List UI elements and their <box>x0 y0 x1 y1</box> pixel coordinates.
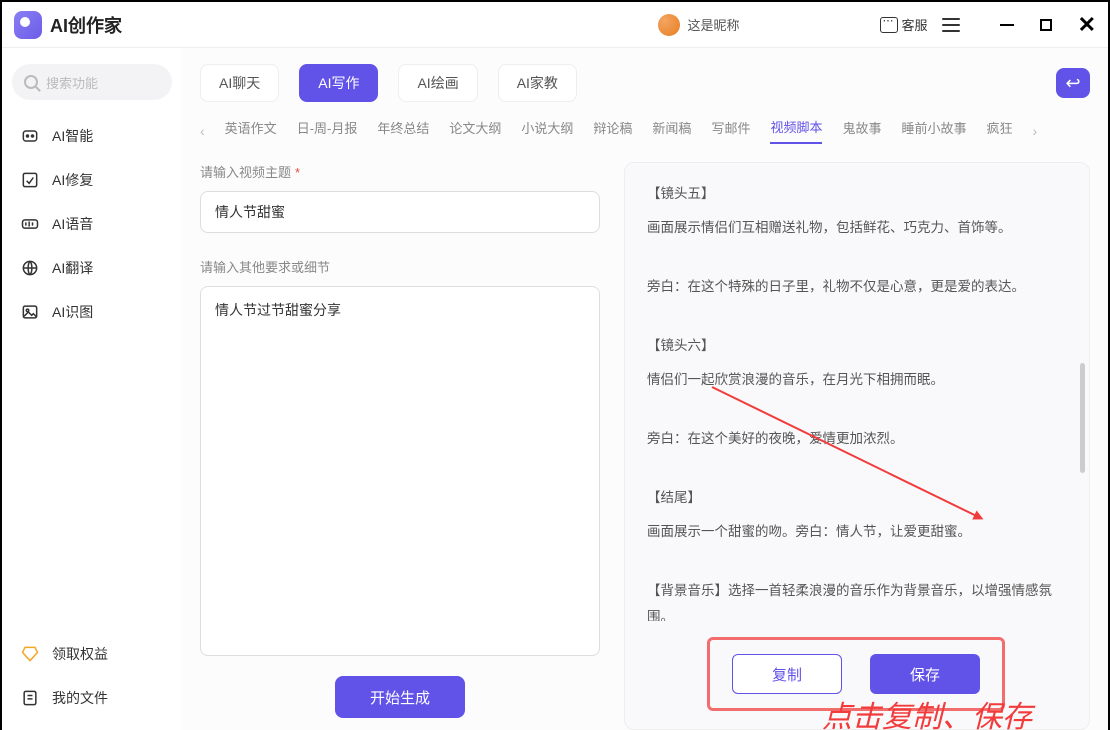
top-tabs: AI聊天 AI写作 AI绘画 AI家教 ↩ <box>200 64 1090 102</box>
topic-input[interactable] <box>200 191 600 233</box>
app-title: AI创作家 <box>50 12 122 38</box>
topic-label: 请输入视频主题* <box>200 162 600 181</box>
subtab-bedtime-story[interactable]: 睡前小故事 <box>901 118 966 143</box>
subtab-english-essay[interactable]: 英语作文 <box>225 118 277 143</box>
sidebar-item-label: 我的文件 <box>52 688 108 708</box>
sidebar-item-label: AI修复 <box>52 170 93 190</box>
annotation-text: 点击复制、保存 <box>822 692 1032 730</box>
subtab-ghost-story[interactable]: 鬼故事 <box>842 118 881 143</box>
repair-icon <box>20 170 40 190</box>
diamond-icon <box>20 644 40 664</box>
end-body: 画面展示一个甜蜜的吻。旁白：情人节，让爱更甜蜜。 <box>647 519 1065 545</box>
shot6-vo: 旁白：在这个美好的夜晚，爱情更加浓烈。 <box>647 426 1065 452</box>
output-text: 【镜头五】 画面展示情侣们互相赠送礼物，包括鲜花、巧克力、首饰等。 旁白：在这个… <box>647 181 1065 621</box>
nickname: 这是昵称 <box>688 15 740 34</box>
subtab-news[interactable]: 新闻稿 <box>652 118 691 143</box>
sidebar-item-myfiles[interactable]: 我的文件 <box>12 676 172 720</box>
sidebar-item-ai-smart[interactable]: AI智能 <box>12 114 172 158</box>
sidebar-item-ai-translate[interactable]: AI翻译 <box>12 246 172 290</box>
save-button[interactable]: 保存 <box>870 654 980 694</box>
avatar[interactable] <box>658 14 680 36</box>
chevron-left-icon[interactable]: ‹ <box>200 123 205 139</box>
minimize-button[interactable] <box>1000 24 1014 26</box>
subtab-thesis[interactable]: 论文大纲 <box>449 118 501 143</box>
copy-button[interactable]: 复制 <box>732 654 842 694</box>
sidebar-item-label: 领取权益 <box>52 644 108 664</box>
search-input[interactable]: 搜索功能 <box>12 64 172 100</box>
robot-icon <box>20 126 40 146</box>
file-icon <box>20 688 40 708</box>
end-title: 【结尾】 <box>647 485 1065 511</box>
sidebar-item-label: AI识图 <box>52 302 93 322</box>
window-controls: ✕ <box>1000 19 1096 31</box>
maximize-button[interactable] <box>1040 19 1052 31</box>
shot6-title: 【镜头六】 <box>647 333 1065 359</box>
shot5-vo: 旁白：在这个特殊的日子里，礼物不仅是心意，更是爱的表达。 <box>647 274 1065 300</box>
sub-tabs: ‹ 英语作文 日-周-月报 年终总结 论文大纲 小说大纲 辩论稿 新闻稿 写邮件… <box>200 114 1090 148</box>
subtab-novel[interactable]: 小说大纲 <box>521 118 573 143</box>
translate-icon <box>20 258 40 278</box>
bgm-text: 【背景音乐】选择一首轻柔浪漫的音乐作为背景音乐，以增强情感氛围。 <box>647 578 1065 621</box>
search-placeholder: 搜索功能 <box>46 73 98 92</box>
close-button[interactable]: ✕ <box>1078 19 1096 31</box>
menu-icon[interactable] <box>942 18 960 32</box>
sidebar-item-ai-voice[interactable]: AI语音 <box>12 202 172 246</box>
search-icon <box>24 75 38 89</box>
sidebar: 搜索功能 AI智能 AI修复 AI语音 AI翻译 AI识图 领取权益 <box>2 48 182 730</box>
subtab-email[interactable]: 写邮件 <box>711 118 750 143</box>
shot5-title: 【镜头五】 <box>647 181 1065 207</box>
sidebar-item-label: AI智能 <box>52 126 93 146</box>
sidebar-item-label: AI语音 <box>52 214 93 234</box>
generate-button[interactable]: 开始生成 <box>335 676 465 718</box>
voice-icon <box>20 214 40 234</box>
tab-ai-tutor[interactable]: AI家教 <box>498 64 577 102</box>
output-panel: 【镜头五】 画面展示情侣们互相赠送礼物，包括鲜花、巧克力、首饰等。 旁白：在这个… <box>624 162 1090 730</box>
detail-textarea[interactable]: 情人节过节甜蜜分享 <box>200 286 600 656</box>
shot5-body: 画面展示情侣们互相赠送礼物，包括鲜花、巧克力、首饰等。 <box>647 215 1065 241</box>
chat-icon <box>880 17 898 33</box>
scrollbar[interactable] <box>1080 363 1085 473</box>
shot6-body: 情侣们一起欣赏浪漫的音乐，在月光下相拥而眠。 <box>647 367 1065 393</box>
service-label: 客服 <box>902 15 928 34</box>
subtab-summary[interactable]: 年终总结 <box>377 118 429 143</box>
subtab-report[interactable]: 日-周-月报 <box>297 118 358 143</box>
subtab-video-script[interactable]: 视频脚本 <box>770 117 822 144</box>
sidebar-item-benefits[interactable]: 领取权益 <box>12 632 172 676</box>
tab-ai-chat[interactable]: AI聊天 <box>200 64 279 102</box>
subtab-debate[interactable]: 辩论稿 <box>593 118 632 143</box>
chevron-right-icon[interactable]: › <box>1033 123 1038 139</box>
tab-ai-write[interactable]: AI写作 <box>299 64 378 102</box>
tab-ai-draw[interactable]: AI绘画 <box>398 64 477 102</box>
detail-label: 请输入其他要求或细节 <box>200 257 600 276</box>
input-column: 请输入视频主题* 请输入其他要求或细节 情人节过节甜蜜分享 开始生成 <box>200 162 600 730</box>
customer-service-button[interactable]: 客服 <box>880 15 928 34</box>
return-button[interactable]: ↩ <box>1056 68 1090 98</box>
subtab-crazy[interactable]: 疯狂 <box>987 118 1013 143</box>
titlebar: AI创作家 这是昵称 客服 ✕ <box>2 2 1108 48</box>
main-panel: AI聊天 AI写作 AI绘画 AI家教 ↩ ‹ 英语作文 日-周-月报 年终总结… <box>182 48 1108 730</box>
image-icon <box>20 302 40 322</box>
app-logo-icon <box>14 11 42 39</box>
sidebar-item-label: AI翻译 <box>52 258 93 278</box>
sidebar-item-ai-repair[interactable]: AI修复 <box>12 158 172 202</box>
sidebar-item-ai-image[interactable]: AI识图 <box>12 290 172 334</box>
